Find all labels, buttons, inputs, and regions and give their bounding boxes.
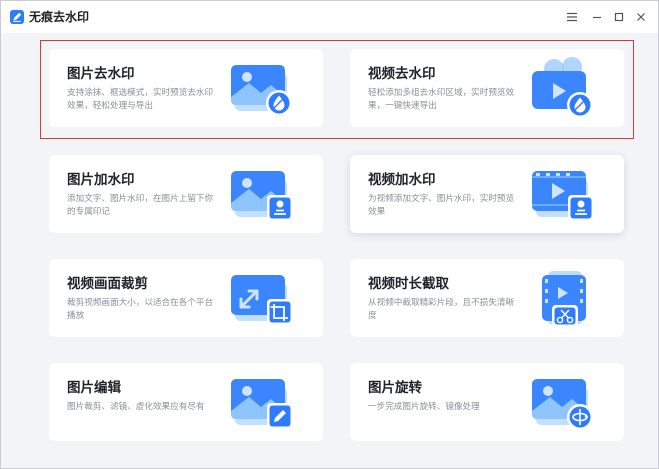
maximize-button[interactable] <box>609 7 629 27</box>
card-video-crop[interactable]: 视频画面裁剪 裁剪视频画面大小，以适合在各个平台播放 <box>49 259 323 337</box>
card-video-add-watermark[interactable]: 视频加水印 为视频添加文字、图片水印，实时预览效果 <box>350 155 624 233</box>
card-image-add-watermark[interactable]: 图片加水印 添加文字、图片水印，在图片上留下你的专属印记 <box>49 155 323 233</box>
image-add-watermark-icon <box>231 171 293 221</box>
card-image-edit[interactable]: 图片编辑 图片裁剪、滤镜、虚化效果应有尽有 <box>49 363 323 441</box>
card-title: 视频画面裁剪 <box>67 276 148 292</box>
card-video-remove-watermark[interactable]: 视频去水印 轻松添加多组去水印区域，实时预览效果，一键快速导出 <box>350 49 624 127</box>
video-trim-icon <box>542 271 586 327</box>
title-bar: 无痕去水印 <box>1 1 658 33</box>
card-title: 图片去水印 <box>67 66 135 82</box>
image-edit-icon <box>231 379 293 429</box>
minimize-icon <box>593 16 601 19</box>
card-image-rotate[interactable]: 图片旋转 一步完成图片旋转、镜像处理 <box>350 363 624 441</box>
image-rotate-icon <box>532 379 593 430</box>
card-title: 视频时长截取 <box>368 276 449 292</box>
card-desc: 裁剪视频画面大小，以适合在各个平台播放 <box>67 298 214 321</box>
card-title: 图片旋转 <box>368 380 422 396</box>
close-button[interactable] <box>631 7 651 27</box>
card-video-trim[interactable]: 视频时长截取 从视频中截取精彩片段，且不损失清晰度 <box>350 259 624 337</box>
card-desc: 从视频中截取精彩片段，且不损失清晰度 <box>368 298 515 321</box>
app-title: 无痕去水印 <box>29 10 90 24</box>
app-window: 无痕去水印 图片去水印 支持涂抹、框选模式，实时预览去水印效果，轻松处理与导出 <box>0 0 659 469</box>
card-desc: 为视频添加文字、图片水印，实时预览效果 <box>368 194 515 217</box>
card-desc: 一步完成图片旋转、镜像处理 <box>368 402 480 412</box>
video-remove-watermark-icon <box>532 57 593 118</box>
card-desc: 轻松添加多组去水印区域，实时预览效果，一键快速导出 <box>368 88 515 111</box>
maximize-icon <box>614 12 624 22</box>
card-desc: 支持涂抹、框选模式，实时预览去水印效果，轻松处理与导出 <box>67 88 214 111</box>
card-title: 图片编辑 <box>67 380 121 396</box>
card-title: 视频去水印 <box>368 66 436 82</box>
video-add-watermark-icon <box>532 171 594 221</box>
close-icon <box>637 13 645 21</box>
menu-icon <box>567 12 577 22</box>
video-crop-icon <box>231 275 293 325</box>
app-logo-icon <box>10 10 24 24</box>
card-title: 图片加水印 <box>67 172 135 188</box>
card-title: 视频加水印 <box>368 172 436 188</box>
card-desc: 图片裁剪、滤镜、虚化效果应有尽有 <box>67 402 205 412</box>
menu-button[interactable] <box>562 7 582 27</box>
image-remove-watermark-icon <box>231 65 292 116</box>
card-desc: 添加文字、图片水印，在图片上留下你的专属印记 <box>67 194 214 217</box>
card-image-remove-watermark[interactable]: 图片去水印 支持涂抹、框选模式，实时预览去水印效果，轻松处理与导出 <box>49 49 323 127</box>
minimize-button[interactable] <box>587 7 607 27</box>
